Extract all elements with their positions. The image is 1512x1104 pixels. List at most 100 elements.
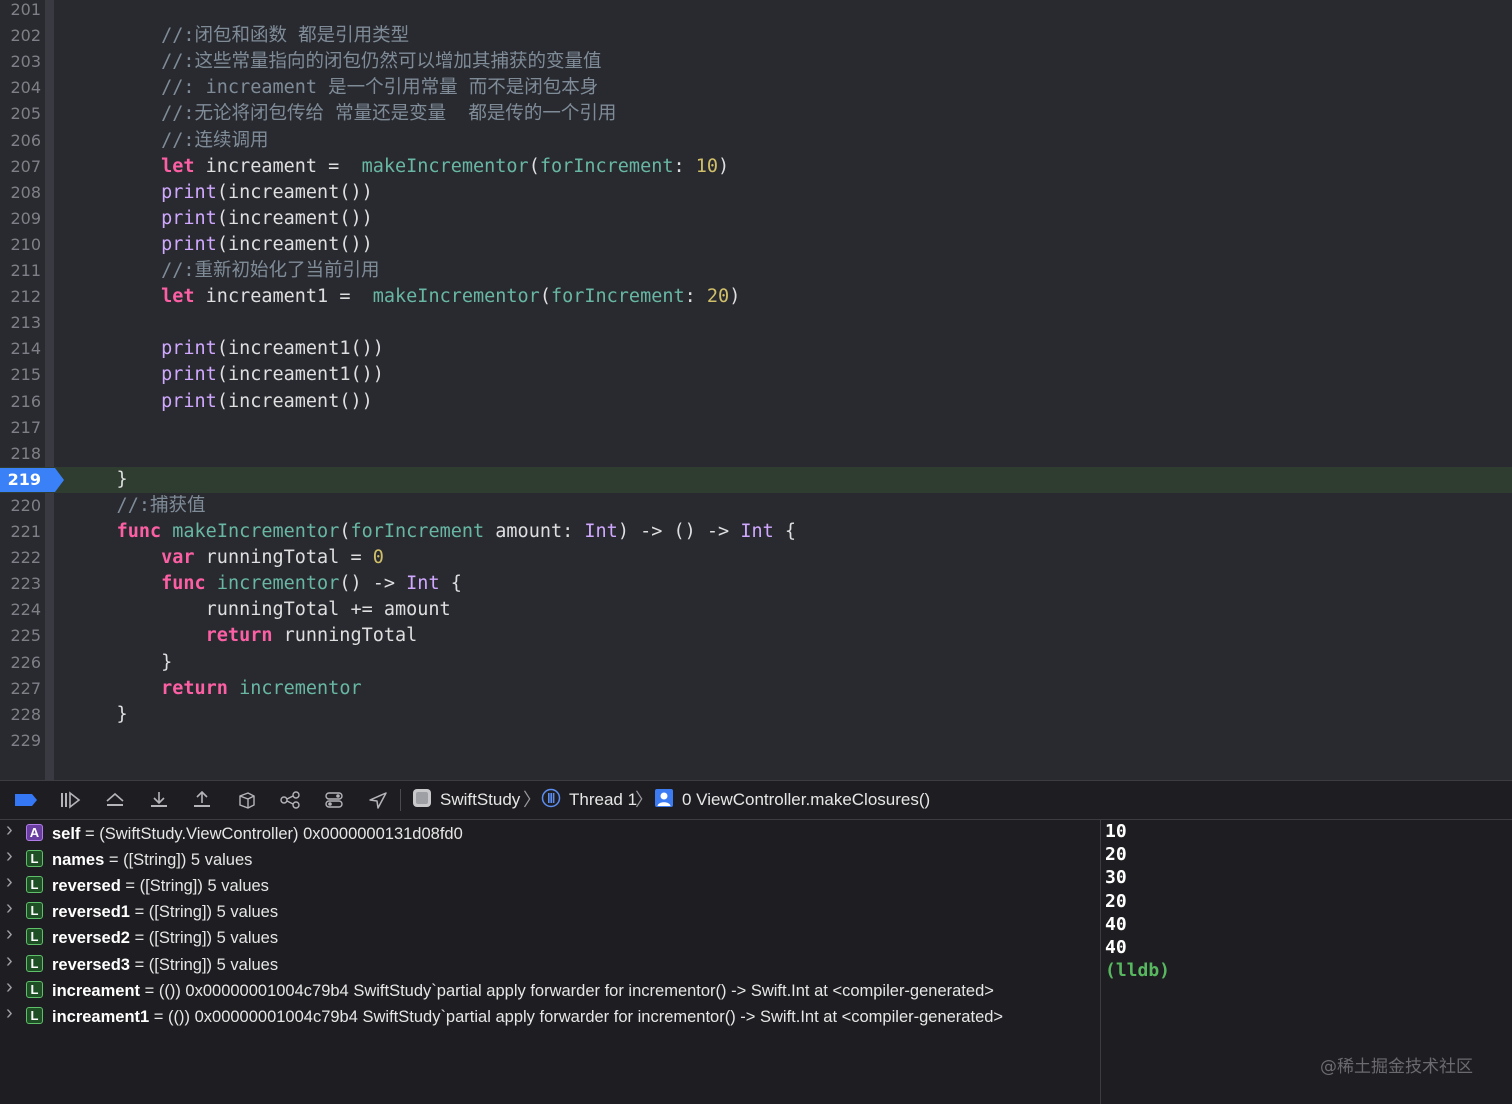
code-token: ( (339, 521, 351, 542)
code-token: { (773, 521, 797, 542)
simulate-location-icon[interactable] (366, 789, 390, 811)
code-line[interactable]: 225 return runningTotal (0, 623, 1512, 649)
code-line[interactable]: 215 print(increament1()) (0, 362, 1512, 388)
code-line[interactable]: 201 (0, 0, 1512, 23)
code-line[interactable]: 205 //:无论将闭包传给 常量还是变量 都是传的一个引用 (0, 101, 1512, 127)
thread-icon (541, 788, 561, 813)
code-token: let (161, 286, 195, 308)
breakpoints-toggle-icon[interactable] (12, 789, 40, 811)
environment-overrides-icon[interactable] (322, 789, 346, 811)
variable-row[interactable]: › Lreversed3 = ([String]) 5 values (0, 950, 1100, 978)
variable-row[interactable]: › Aself = (SwiftStudy.ViewController) 0x0… (0, 819, 1100, 847)
local-badge-icon: L (26, 980, 43, 998)
variable-row[interactable]: › Lreversed2 = ([String]) 5 values (0, 923, 1100, 951)
code-line[interactable]: 209 print(increament()) (0, 206, 1512, 232)
code-line[interactable]: 202 //:闭包和函数 都是引用类型 (0, 23, 1512, 49)
breakpoint-marker-icon[interactable]: 219 (0, 467, 64, 492)
variable-text: reversed3 = ([String]) 5 values (52, 952, 278, 978)
code-line[interactable]: 211 //:重新初始化了当前引用 (0, 258, 1512, 284)
variable-row[interactable]: › Lreversed = ([String]) 5 values (0, 871, 1100, 899)
code-text: print(increament1()) (72, 362, 384, 388)
code-line[interactable]: 224 runningTotal += amount (0, 597, 1512, 623)
breadcrumb-chevron-icon: 〉 (523, 790, 541, 810)
variable-text: reversed = ([String]) 5 values (52, 873, 269, 899)
disclosure-chevron-icon[interactable]: › (6, 950, 13, 973)
lldb-prompt[interactable]: (lldb) (1105, 959, 1170, 982)
disclosure-chevron-icon[interactable]: › (6, 897, 13, 920)
code-text: print(increament()) (72, 206, 373, 232)
code-text: var runningTotal = 0 (72, 545, 384, 571)
variable-value: = ([String]) 5 values (120, 877, 269, 896)
local-badge-icon: L (26, 1006, 43, 1024)
code-line[interactable]: 226 } (0, 650, 1512, 676)
variable-row[interactable]: › Lreversed1 = ([String]) 5 values (0, 897, 1100, 925)
code-line[interactable]: 220 //:捕获值 (0, 493, 1512, 519)
breadcrumb-frame[interactable]: 0 ViewController.makeClosures() (654, 788, 930, 811)
variable-row[interactable]: › Lincreament = (()) 0x00000001004c79b4 S… (0, 976, 1100, 1004)
code-token: //: increament 是一个引用常量 而不是闭包本身 (72, 77, 599, 99)
step-into-icon[interactable] (147, 789, 171, 811)
view-hierarchy-icon[interactable] (235, 789, 259, 811)
variable-text: increament = (()) 0x00000001004c79b4 Swi… (52, 978, 994, 1004)
line-number: 205 (10, 104, 41, 124)
code-line[interactable]: 221 func makeIncrementor(forIncrement am… (0, 519, 1512, 545)
current-line[interactable]: 219 } (0, 466, 1512, 493)
code-token: runningTotal (272, 625, 418, 647)
code-line[interactable]: 222 var runningTotal = 0 (0, 545, 1512, 571)
line-number: 214 (10, 339, 41, 359)
code-text: //:这些常量指向的闭包仍然可以增加其捕获的变量值 (72, 49, 602, 75)
code-token: 20 (706, 286, 730, 308)
memory-graph-icon[interactable] (278, 789, 302, 811)
code-line[interactable]: 203 //:这些常量指向的闭包仍然可以增加其捕获的变量值 (0, 49, 1512, 75)
step-over-icon[interactable] (103, 789, 127, 811)
code-line[interactable]: 216 print(increament()) (0, 389, 1512, 415)
code-line[interactable]: 227 return incrementor (0, 676, 1512, 702)
code-token: } (72, 468, 128, 490)
code-line[interactable]: 229 (0, 728, 1512, 754)
code-line[interactable]: 228 } (0, 702, 1512, 728)
disclosure-chevron-icon[interactable]: › (6, 923, 13, 946)
line-number: 226 (10, 652, 41, 672)
continue-icon[interactable] (58, 789, 82, 811)
code-token: let (161, 155, 195, 177)
disclosure-chevron-icon[interactable]: › (6, 976, 13, 999)
code-line[interactable]: 210 print(increament()) (0, 232, 1512, 258)
code-line[interactable]: 223 func incrementor() -> Int { (0, 571, 1512, 597)
variable-row[interactable]: › Lincreament1 = (()) 0x00000001004c79b4 … (0, 1002, 1100, 1030)
disclosure-chevron-icon[interactable]: › (6, 845, 13, 868)
code-token: forIncrement (539, 155, 674, 177)
variable-text: reversed2 = ([String]) 5 values (52, 925, 278, 951)
code-text: print(increament1()) (72, 336, 384, 362)
disclosure-chevron-icon[interactable]: › (6, 819, 13, 842)
code-line[interactable]: 206 //:连续调用 (0, 128, 1512, 154)
code-text: print(increament()) (72, 389, 373, 415)
code-editor[interactable]: 201 202 //:闭包和函数 都是引用类型 203 //:这些常量指向的闭包仍然… (0, 0, 1512, 780)
code-token: increament1 = (194, 286, 373, 308)
code-token: makeIncrementor (172, 521, 340, 542)
code-line[interactable]: 217 (0, 415, 1512, 441)
step-out-icon[interactable] (190, 789, 214, 811)
code-line[interactable]: 214 print(increament1()) (0, 336, 1512, 362)
code-line[interactable]: 213 (0, 310, 1512, 336)
breadcrumb-thread[interactable]: Thread 1 (541, 788, 637, 813)
code-text: } (72, 467, 128, 493)
line-number: 212 (10, 287, 41, 307)
code-line[interactable]: 218 (0, 441, 1512, 467)
code-line[interactable]: 212 let increament1 = makeIncrementor(fo… (0, 284, 1512, 310)
code-token: print (161, 181, 217, 203)
variable-value: = (()) 0x00000001004c79b4 SwiftStudy`par… (149, 1007, 1004, 1026)
disclosure-chevron-icon[interactable]: › (6, 871, 13, 894)
code-line[interactable]: 204 //: increament 是一个引用常量 而不是闭包本身 (0, 75, 1512, 101)
code-text: //:无论将闭包传给 常量还是变量 都是传的一个引用 (72, 101, 616, 127)
code-line[interactable]: 208 print(increament()) (0, 180, 1512, 206)
code-token: //:这些常量指向的闭包仍然可以增加其捕获的变量值 (72, 51, 602, 73)
code-line[interactable]: 207 let increament = makeIncrementor(for… (0, 154, 1512, 180)
code-text: //:闭包和函数 都是引用类型 (72, 23, 409, 49)
breadcrumb-target[interactable]: SwiftStudy (412, 788, 520, 811)
variable-row[interactable]: › Lnames = ([String]) 5 values (0, 845, 1100, 873)
disclosure-chevron-icon[interactable]: › (6, 1002, 13, 1025)
code-token: ( (539, 286, 551, 308)
